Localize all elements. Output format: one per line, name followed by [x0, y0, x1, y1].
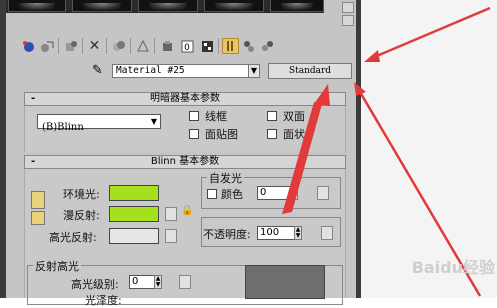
arrow-thick	[282, 84, 330, 214]
arrow-to-standard	[371, 6, 491, 60]
watermark: Baidu经验	[411, 258, 495, 277]
